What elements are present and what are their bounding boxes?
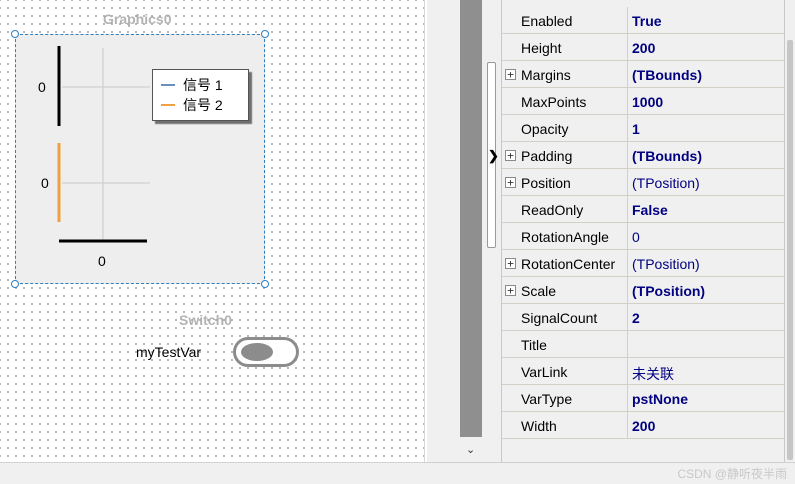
property-row[interactable]: SignalCount 2 xyxy=(502,304,784,331)
chevron-down-icon: ⌄ xyxy=(466,444,476,456)
property-name-cell[interactable]: VarType xyxy=(502,385,628,412)
switch-component-name: Switch0 xyxy=(179,312,232,328)
property-row[interactable]: + Position (TPosition) xyxy=(502,169,784,196)
property-name-cell[interactable]: + RotationCenter xyxy=(502,250,628,277)
plus-box-icon[interactable]: + xyxy=(505,258,516,269)
property-name-cell[interactable]: Enabled xyxy=(502,7,628,34)
property-row[interactable]: Width 200 xyxy=(502,412,784,439)
row-pointer-icon: ❯ xyxy=(488,148,499,163)
property-name: Position xyxy=(521,175,571,191)
property-value[interactable]: 2 xyxy=(632,310,640,326)
property-row[interactable]: MaxPoints 1000 xyxy=(502,88,784,115)
property-value[interactable]: (TPosition) xyxy=(632,283,705,299)
plus-box-icon[interactable]: + xyxy=(505,69,516,80)
property-name-cell[interactable]: + Position xyxy=(502,169,628,196)
property-name-cell[interactable]: VarLink xyxy=(502,358,628,385)
splitter[interactable] xyxy=(427,0,460,462)
property-value[interactable]: 200 xyxy=(632,418,655,434)
property-name-cell[interactable]: ReadOnly xyxy=(502,196,628,223)
property-row[interactable]: ReadOnly False xyxy=(502,196,784,223)
property-name: VarLink xyxy=(521,364,568,380)
property-name: Enabled xyxy=(521,13,573,29)
property-name: Width xyxy=(521,418,557,434)
property-name: MaxPoints xyxy=(521,94,587,110)
property-value[interactable]: True xyxy=(632,13,662,29)
scroll-down-button[interactable]: ⌄ xyxy=(460,437,482,462)
property-grid-footer xyxy=(501,440,785,462)
status-bar: CSDN @静听夜半雨 xyxy=(0,462,795,484)
property-grid: Enabled True Height 200 + Margins (TBounds) Max… xyxy=(501,0,785,440)
property-value[interactable]: (TPosition) xyxy=(632,175,700,191)
property-row[interactable]: + Padding (TBounds) xyxy=(502,142,784,169)
inspector-gutter: ❯ xyxy=(482,0,500,462)
property-name: Opacity xyxy=(521,121,569,137)
property-name-cell[interactable]: + Scale xyxy=(502,277,628,304)
property-row[interactable]: Opacity 1 xyxy=(502,115,784,142)
legend-swatch xyxy=(161,104,175,106)
property-value[interactable]: 未关联 xyxy=(632,364,674,384)
property-name-cell[interactable]: RotationAngle xyxy=(502,223,628,250)
design-canvas[interactable]: Graphics0 0 0 0 信号 1 信号 2 Switch0 myTest… xyxy=(0,0,427,462)
property-value[interactable]: (TBounds) xyxy=(632,67,702,83)
chart-legend: 信号 1 信号 2 xyxy=(152,69,249,121)
vertical-scrollbar[interactable] xyxy=(460,0,482,437)
property-name: VarType xyxy=(521,391,573,407)
property-name-cell[interactable]: MaxPoints xyxy=(502,88,628,115)
object-inspector: ❯ Enabled True Height 200 + Margins (TBounds) M… xyxy=(482,0,795,462)
property-row[interactable]: Title xyxy=(502,331,784,358)
property-name: SignalCount xyxy=(521,310,598,326)
plus-box-icon[interactable]: + xyxy=(505,150,516,161)
property-name: RotationAngle xyxy=(521,229,609,245)
y-tick-label-signal-1: 0 xyxy=(38,79,46,95)
legend-item: 信号 1 xyxy=(161,75,223,95)
property-value[interactable]: (TBounds) xyxy=(632,148,702,164)
property-row[interactable]: + Margins (TBounds) xyxy=(502,61,784,88)
property-name: Height xyxy=(521,40,562,56)
property-name: Margins xyxy=(521,67,571,83)
watermark: CSDN @静听夜半雨 xyxy=(677,467,787,481)
property-row[interactable]: + RotationCenter (TPosition) xyxy=(502,250,784,277)
property-row[interactable]: Enabled True xyxy=(502,7,784,34)
plus-box-icon[interactable]: + xyxy=(505,285,516,296)
plus-box-icon[interactable]: + xyxy=(505,177,516,188)
property-value[interactable]: (TPosition) xyxy=(632,256,700,272)
property-name-cell[interactable]: SignalCount xyxy=(502,304,628,331)
property-name: Title xyxy=(521,337,547,353)
toggle-switch[interactable] xyxy=(233,337,299,367)
signal-plot: 0 0 0 xyxy=(38,46,150,269)
property-row[interactable]: VarLink 未关联 xyxy=(502,358,784,385)
property-name: RotationCenter xyxy=(521,256,616,272)
x-tick-label: 0 xyxy=(98,253,106,269)
property-name-cell[interactable]: + Margins xyxy=(502,61,628,88)
legend-item: 信号 2 xyxy=(161,95,223,115)
inspector-scrollbar[interactable] xyxy=(785,0,795,462)
legend-label: 信号 1 xyxy=(183,77,223,93)
property-name-cell[interactable]: Width xyxy=(502,412,628,439)
property-row[interactable]: VarType pstNone xyxy=(502,385,784,412)
property-name: Scale xyxy=(521,283,557,299)
property-name-cell[interactable]: Opacity xyxy=(502,115,628,142)
property-name: Padding xyxy=(521,148,573,164)
legend-swatch xyxy=(161,84,175,86)
property-value[interactable]: 0 xyxy=(632,229,640,245)
property-row[interactable]: Height 200 xyxy=(502,34,784,61)
property-name-cell[interactable]: Height xyxy=(502,34,628,61)
property-row[interactable]: RotationAngle 0 xyxy=(502,223,784,250)
property-name-cell[interactable]: + Padding xyxy=(502,142,628,169)
y-tick-label-signal-2: 0 xyxy=(41,175,49,191)
property-row[interactable]: + Scale (TPosition) xyxy=(502,277,784,304)
inspector-scrollbar-thumb[interactable] xyxy=(787,40,793,460)
switch-label: myTestVar xyxy=(136,344,202,360)
property-name-cell[interactable]: Title xyxy=(502,331,628,358)
switch-knob[interactable] xyxy=(241,343,273,361)
property-value[interactable]: False xyxy=(632,202,668,218)
property-value[interactable]: 1000 xyxy=(632,94,663,110)
property-value[interactable]: 1 xyxy=(632,121,640,137)
property-value[interactable]: 200 xyxy=(632,40,655,56)
legend-label: 信号 2 xyxy=(183,97,223,113)
property-name: ReadOnly xyxy=(521,202,584,218)
property-value[interactable]: pstNone xyxy=(632,391,688,407)
